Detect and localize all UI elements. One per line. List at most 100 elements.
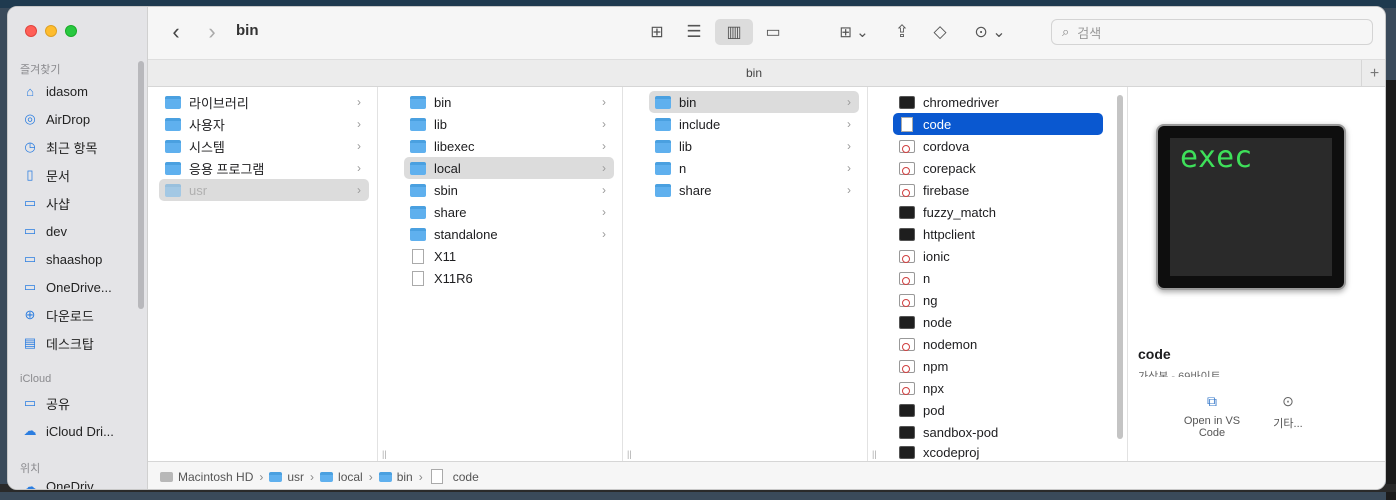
chevron-right-icon: ›: [602, 227, 606, 241]
sidebar-item-shared[interactable]: ▭ 공유: [14, 391, 140, 415]
list-item-cordova[interactable]: cordova: [893, 135, 1103, 157]
list-item-fuzzy-match[interactable]: fuzzy_match: [893, 201, 1103, 223]
path-item-macintosh-hd[interactable]: Macintosh HD: [160, 470, 253, 484]
list-item-x11[interactable]: X11: [404, 245, 614, 267]
list-item-n[interactable]: n ›: [649, 157, 859, 179]
back-button[interactable]: ‹: [166, 19, 186, 45]
sidebar-item-sashop[interactable]: ▭ 사샵: [14, 191, 140, 215]
list-item-ng[interactable]: ng: [893, 289, 1103, 311]
sidebar-item-label: 데스크탑: [46, 336, 94, 352]
group-button[interactable]: ⊞ ⌄: [834, 19, 874, 45]
action-menu-button[interactable]: ⊙ ⌄: [970, 19, 1010, 45]
list-item-x11r6[interactable]: X11R6: [404, 267, 614, 289]
folder-icon: [655, 139, 671, 153]
sidebar-item-airdrop[interactable]: ◎ AirDrop: [14, 107, 140, 131]
more-actions-button[interactable]: ⊙ 기타...: [1258, 393, 1318, 431]
tag-button[interactable]: ◇: [928, 19, 952, 45]
sidebar-item-label: dev: [46, 223, 67, 239]
item-label: nodemon: [923, 336, 978, 352]
zoom-window-button[interactable]: [65, 25, 77, 37]
minimize-window-button[interactable]: [45, 25, 57, 37]
list-item-node[interactable]: node: [893, 311, 1103, 333]
list-item-sbin[interactable]: sbin ›: [404, 179, 614, 201]
list-item-n[interactable]: n: [893, 267, 1103, 289]
list-item-system[interactable]: 시스템 ›: [159, 135, 369, 157]
item-label: X11: [434, 248, 457, 264]
path-label: local: [338, 469, 363, 484]
close-window-button[interactable]: [25, 25, 37, 37]
list-item-bin[interactable]: bin ›: [649, 91, 859, 113]
tab-bin[interactable]: bin: [148, 66, 1360, 80]
sidebar-item-onedrive[interactable]: ▭ OneDrive...: [14, 275, 140, 299]
item-label: xcodeproj: [923, 444, 980, 460]
sidebar-item-dev[interactable]: ▭ dev: [14, 219, 140, 243]
list-item-standalone[interactable]: standalone ›: [404, 223, 614, 245]
sidebar-item-shaashop[interactable]: ▭ shaashop: [14, 247, 140, 271]
list-item-usr[interactable]: usr ›: [159, 179, 369, 201]
sidebar-item-home[interactable]: ⌂ idasom: [14, 79, 140, 103]
list-item-users[interactable]: 사용자 ›: [159, 113, 369, 135]
download-icon: ⊕: [24, 307, 36, 322]
cloud-icon: ☁: [23, 479, 37, 490]
list-item-libexec[interactable]: libexec ›: [404, 135, 614, 157]
sidebar-item-onedrive-location[interactable]: ☁ OneDriv...: [14, 479, 140, 490]
list-item-chromedriver[interactable]: chromedriver: [893, 91, 1103, 113]
column-view-button[interactable]: ▥: [715, 19, 753, 45]
list-item-ionic[interactable]: ionic: [893, 245, 1103, 267]
item-label: fuzzy_match: [923, 204, 996, 220]
path-item-local[interactable]: local: [320, 470, 363, 484]
item-label: n: [679, 160, 687, 176]
list-item-pod[interactable]: pod: [893, 399, 1103, 421]
open-in-vscode-button[interactable]: ⧉ Open in VS Code: [1172, 393, 1252, 439]
gallery-view-button[interactable]: ▭: [760, 19, 786, 45]
list-item-firebase[interactable]: firebase: [893, 179, 1103, 201]
item-label: standalone: [434, 226, 498, 242]
sidebar-item-documents[interactable]: ▯ 문서: [14, 163, 140, 187]
list-item-share[interactable]: share ›: [649, 179, 859, 201]
list-item-sandbox-pod[interactable]: sandbox-pod: [893, 421, 1103, 443]
item-label: ng: [923, 292, 938, 308]
sidebar-item-icloud-drive[interactable]: ☁ iCloud Dri...: [14, 419, 140, 443]
path-item-usr[interactable]: usr: [269, 470, 304, 484]
item-label: 시스템: [189, 139, 225, 155]
column-scrollbar[interactable]: [1117, 95, 1123, 439]
column-resize-handle[interactable]: ||: [872, 449, 877, 459]
terminal-exec-icon: [899, 315, 915, 329]
icon-view-button[interactable]: ⊞: [646, 19, 668, 45]
list-item-lib[interactable]: lib ›: [649, 135, 859, 157]
list-item-lib[interactable]: lib ›: [404, 113, 614, 135]
column-local: bin › include › lib › n › share › ||: [638, 87, 877, 461]
list-item-applications[interactable]: 응용 프로그램 ›: [159, 157, 369, 179]
forward-button[interactable]: ›: [202, 19, 222, 45]
list-item-bin[interactable]: bin ›: [404, 91, 614, 113]
sidebar-item-desktop[interactable]: ▤ 데스크탑: [14, 331, 140, 355]
list-view-button[interactable]: ☰: [682, 19, 706, 45]
path-item-bin[interactable]: bin: [378, 470, 413, 484]
list-item-npm[interactable]: npm: [893, 355, 1103, 377]
list-item-httpclient[interactable]: httpclient: [893, 223, 1103, 245]
new-tab-button[interactable]: +: [1361, 60, 1385, 87]
search-field[interactable]: ⌕ 검색: [1051, 19, 1373, 45]
sidebar-item-recents[interactable]: ◷ 최근 항목: [14, 135, 140, 159]
item-label: bin: [679, 94, 697, 110]
list-item-local[interactable]: local ›: [404, 157, 614, 179]
list-item-npx[interactable]: npx: [893, 377, 1103, 399]
list-item-xcodeproj[interactable]: xcodeproj: [893, 443, 1103, 461]
chevron-right-icon: ›: [357, 95, 361, 109]
list-item-library[interactable]: 라이브러리 ›: [159, 91, 369, 113]
path-item-code[interactable]: code: [429, 469, 479, 484]
column-resize-handle[interactable]: ||: [382, 449, 387, 459]
chevron-right-icon: ›: [847, 161, 851, 175]
list-item-share[interactable]: share ›: [404, 201, 614, 223]
list-item-include[interactable]: include ›: [649, 113, 859, 135]
sidebar-item-label: 다운로드: [46, 308, 94, 324]
list-item-code[interactable]: code: [893, 113, 1103, 135]
list-item-corepack[interactable]: corepack: [893, 157, 1103, 179]
sidebar-item-label: idasom: [46, 83, 88, 99]
column-resize-handle[interactable]: ||: [627, 449, 632, 459]
list-item-nodemon[interactable]: nodemon: [893, 333, 1103, 355]
item-label: sandbox-pod: [923, 424, 999, 440]
sidebar-item-downloads[interactable]: ⊕ 다운로드: [14, 303, 140, 327]
share-button[interactable]: ⇪: [890, 19, 914, 45]
sidebar-scrollbar[interactable]: [138, 61, 144, 309]
